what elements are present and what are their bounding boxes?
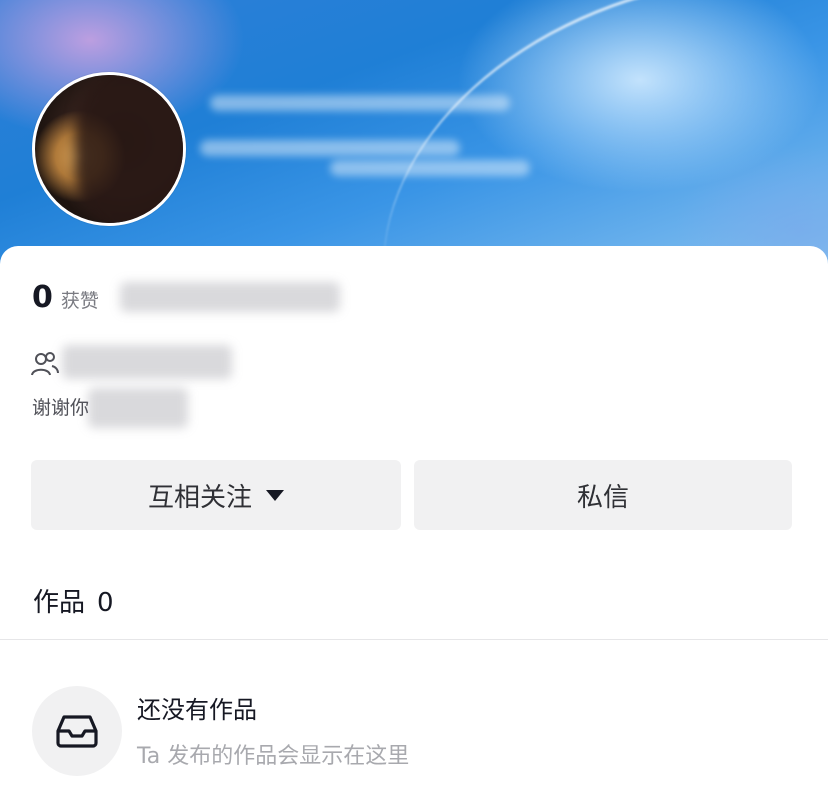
people-icon bbox=[31, 352, 59, 376]
mutual-follow-button[interactable]: 互相关注 bbox=[31, 460, 401, 530]
avatar-redaction bbox=[75, 75, 183, 223]
empty-state-title: 还没有作品 bbox=[137, 696, 257, 724]
caret-down-icon bbox=[266, 489, 284, 501]
avatar[interactable] bbox=[32, 72, 186, 226]
followers-row[interactable] bbox=[30, 350, 60, 378]
message-label: 私信 bbox=[576, 482, 629, 513]
divider bbox=[0, 639, 828, 640]
inbox-icon bbox=[56, 715, 98, 748]
empty-state-subtitle: Ta 发布的作品会显示在这里 bbox=[137, 744, 410, 769]
works-count: 0 bbox=[97, 588, 114, 618]
banner-redacted-name bbox=[200, 140, 460, 156]
redacted-bio bbox=[88, 388, 188, 428]
banner-redacted-name bbox=[210, 95, 510, 111]
banner-redacted-name bbox=[330, 160, 530, 176]
likes-stat: 0 获赞 bbox=[32, 280, 99, 315]
redacted-followers bbox=[62, 345, 232, 379]
likes-count: 0 bbox=[32, 280, 53, 315]
profile-bio: 谢谢你 bbox=[32, 397, 90, 419]
mutual-follow-label: 互相关注 bbox=[147, 482, 252, 513]
message-button[interactable]: 私信 bbox=[414, 460, 792, 530]
likes-label: 获赞 bbox=[60, 290, 99, 312]
tab-works[interactable]: 作品 0 bbox=[33, 582, 114, 619]
works-label: 作品 bbox=[33, 588, 86, 618]
redacted-stats bbox=[120, 282, 340, 312]
empty-state-icon-wrap bbox=[32, 686, 122, 776]
banner-light-streak bbox=[335, 0, 828, 270]
